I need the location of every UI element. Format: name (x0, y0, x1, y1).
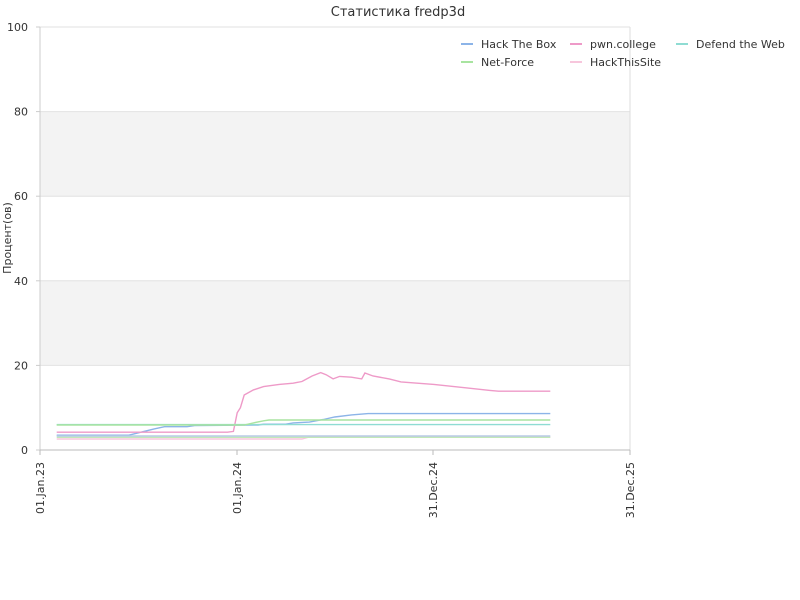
chart-title: Статистика fredp3d (331, 5, 465, 20)
legend: Hack The Box pwn.college Defend the Web Net… (461, 38, 785, 69)
y-tick-label: 40 (14, 275, 28, 288)
x-tick-label: 01.Jan.23 (34, 462, 47, 514)
series-line-pwn-college (56, 371, 551, 433)
axes (39, 27, 631, 451)
x-tick-label: 01.Jan.24 (231, 462, 244, 514)
grid-band (40, 111, 630, 197)
grid-bands (40, 26, 630, 451)
x-tick-label: 31.Dec.25 (624, 462, 637, 518)
legend-label: pwn.college (590, 38, 656, 51)
series-lines (56, 371, 551, 440)
x-ticks: 01.Jan.23 01.Jan.24 31.Dec.24 31.Dec.25 (34, 450, 637, 518)
y-tick-label: 60 (14, 190, 28, 203)
grid-band (40, 280, 630, 366)
y-tick-label: 0 (21, 444, 28, 457)
legend-label: HackThisSite (590, 56, 661, 69)
y-tick-label: 80 (14, 106, 28, 119)
legend-label: Hack The Box (481, 38, 557, 51)
legend-label: Net-Force (481, 56, 534, 69)
y-tick-label: 100 (7, 21, 28, 34)
legend-label: Defend the Web (696, 38, 785, 51)
y-axis-label: Процент(ов) (1, 202, 14, 274)
x-tick-label: 31.Dec.24 (427, 462, 440, 518)
chart: Статистика fredp3d Процент(ов) 0 20 40 60 80… (1, 5, 785, 518)
y-tick-label: 20 (14, 359, 28, 372)
